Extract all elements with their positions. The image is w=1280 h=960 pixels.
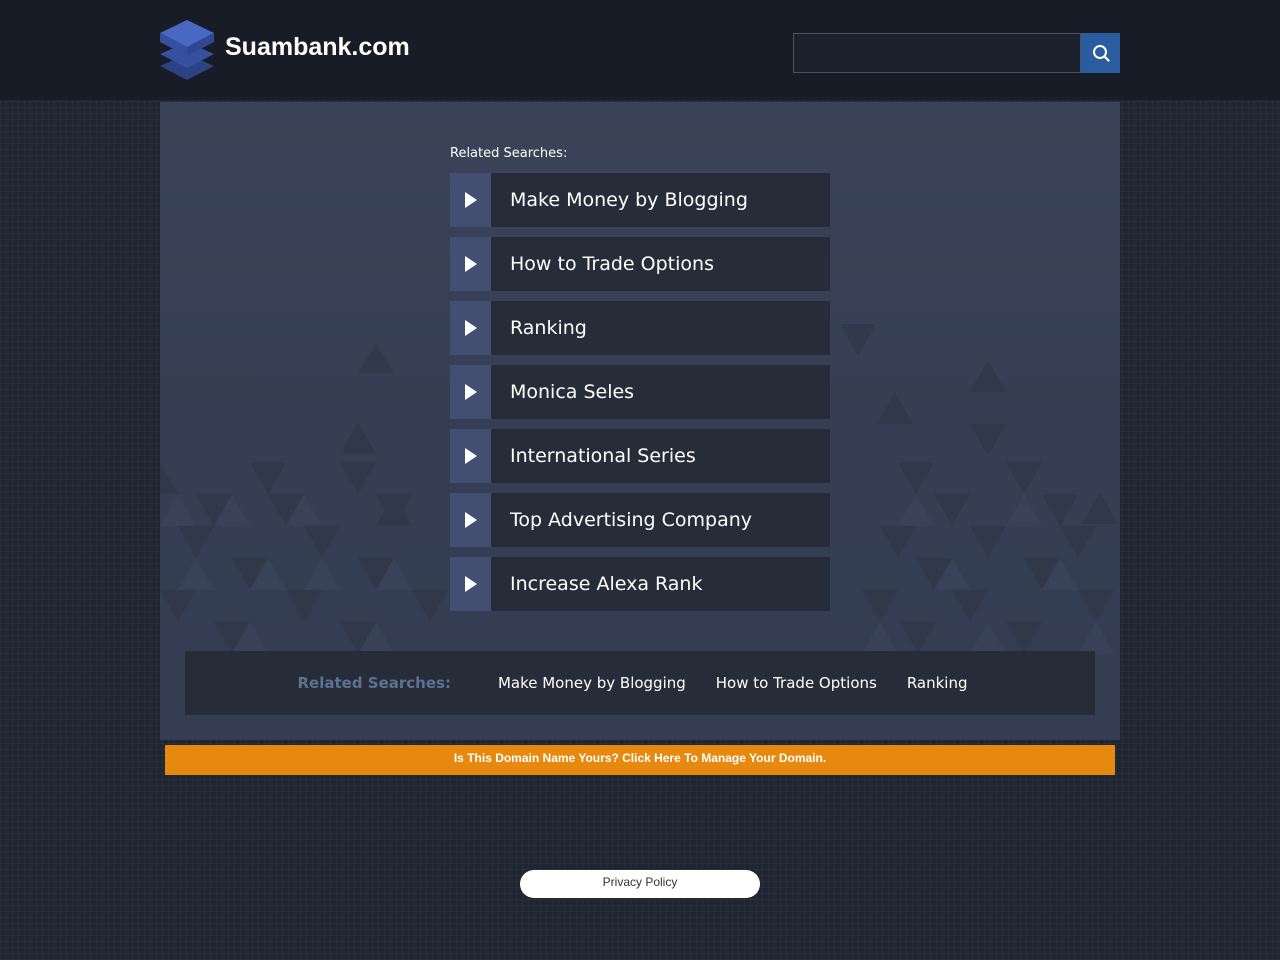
privacy-policy-button[interactable]: Privacy Policy [520,870,760,898]
related-searches-title: Related Searches: [450,146,568,161]
related-link-label: How to Trade Options [491,237,830,291]
related-link-5[interactable]: International Series [450,429,830,483]
stacked-layers-icon[interactable] [158,18,216,82]
play-arrow-icon [464,256,477,272]
site-name[interactable]: Suambank.com [225,31,410,63]
bottom-link-2[interactable]: How to Trade Options [716,674,877,692]
related-link-4[interactable]: Monica Seles [450,365,830,419]
link-arrow-box [450,237,491,291]
search-button[interactable] [1081,33,1120,73]
play-arrow-icon [464,576,477,592]
related-link-3[interactable]: Ranking [450,301,830,355]
related-link-label: Top Advertising Company [491,493,830,547]
link-arrow-box [450,493,491,547]
related-link-7[interactable]: Increase Alexa Rank [450,557,830,611]
play-arrow-icon [464,512,477,528]
play-arrow-icon [464,384,477,400]
bottom-link-1[interactable]: Make Money by Blogging [498,674,686,692]
play-arrow-icon [464,320,477,336]
related-link-6[interactable]: Top Advertising Company [450,493,830,547]
related-link-label: International Series [491,429,830,483]
play-arrow-icon [464,192,477,208]
link-arrow-box [450,173,491,227]
link-arrow-box [450,429,491,483]
related-link-label: Monica Seles [491,365,830,419]
link-arrow-box [450,557,491,611]
search-icon [1092,45,1110,62]
bottom-link-3[interactable]: Ranking [907,674,968,692]
bottom-related-bar: Related Searches: Make Money by Blogging… [185,651,1095,715]
main-content: Related Searches: Make Money by Blogging… [160,102,1120,740]
link-arrow-box [450,365,491,419]
play-arrow-icon [464,448,477,464]
related-searches-list: Make Money by Blogging How to Trade Opti… [450,173,830,621]
related-link-label: Make Money by Blogging [491,173,830,227]
related-link-label: Ranking [491,301,830,355]
related-link-2[interactable]: How to Trade Options [450,237,830,291]
related-link-label: Increase Alexa Rank [491,557,830,611]
bottom-related-title: Related Searches: [297,674,451,692]
manage-domain-banner[interactable]: Is This Domain Name Yours? Click Here To… [165,745,1115,775]
search-input[interactable] [793,33,1081,73]
related-link-1[interactable]: Make Money by Blogging [450,173,830,227]
header: Suambank.com [0,0,1280,100]
link-arrow-box [450,301,491,355]
